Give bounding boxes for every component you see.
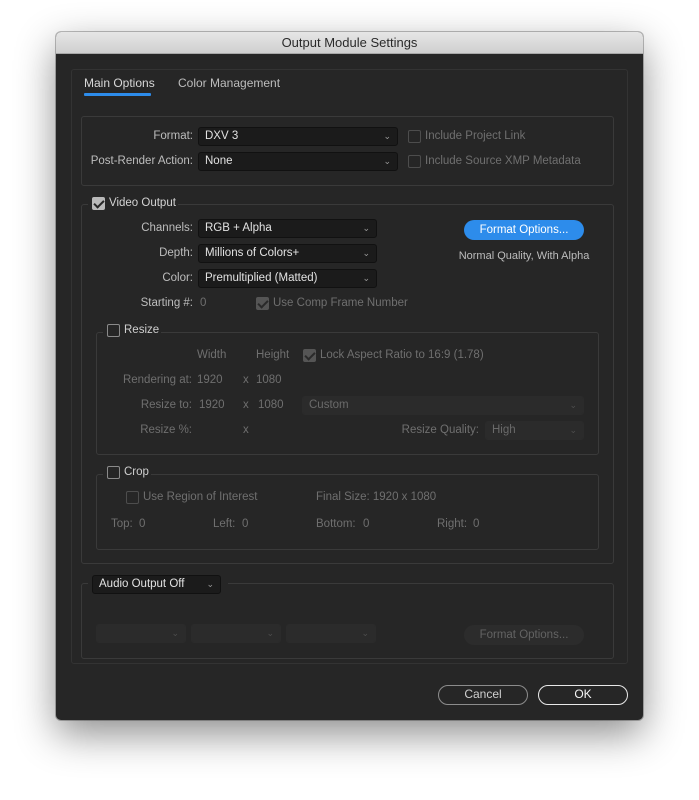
format-select[interactable]: DXV 3 ⌄ <box>198 127 398 146</box>
resize-checkbox[interactable] <box>107 324 120 337</box>
starting-frame-label: Starting #: <box>140 297 193 309</box>
final-size: Final Size: 1920 x 1080 <box>316 491 437 503</box>
depth-select[interactable]: Millions of Colors+ ⌄ <box>198 244 377 263</box>
include-project-link-checkbox[interactable] <box>408 130 421 143</box>
width-header: Width <box>197 349 227 361</box>
use-roi-label: Use Region of Interest <box>143 491 258 503</box>
crop-left-label: Left: <box>213 518 236 530</box>
resize-preset-select[interactable]: Custom ⌄ <box>302 396 584 415</box>
chevron-down-icon: ⌄ <box>361 628 369 638</box>
tab-main-options[interactable]: Main Options <box>84 76 155 90</box>
include-project-link-label: Include Project Link <box>425 130 526 142</box>
resize-pct-label: Resize %: <box>140 424 192 436</box>
include-xmp-checkbox[interactable] <box>408 155 421 168</box>
chevron-down-icon: ⌄ <box>362 248 370 258</box>
resize-width-input[interactable]: 1920 <box>199 399 225 411</box>
format-summary: Normal Quality, With Alpha <box>458 250 590 262</box>
chevron-down-icon: ⌄ <box>383 156 391 166</box>
crop-checkbox[interactable] <box>107 466 120 479</box>
window-title: Output Module Settings <box>56 32 643 54</box>
resize-preset-value: Custom <box>309 399 349 411</box>
channels-value: RGB + Alpha <box>205 222 272 234</box>
color-label: Color: <box>162 272 193 284</box>
crop-bottom-label: Bottom: <box>316 518 356 530</box>
audio-output-select[interactable]: Audio Output Off ⌄ <box>92 575 221 594</box>
crop-group <box>96 474 599 550</box>
audio-format-options-button[interactable]: Format Options... <box>464 625 584 645</box>
chevron-down-icon: ⌄ <box>206 579 214 589</box>
channels-label: Channels: <box>141 222 193 234</box>
resize-quality-label: Resize Quality: <box>401 424 479 436</box>
rendering-height: 1080 <box>256 374 282 386</box>
rendering-x: x <box>243 374 249 386</box>
crop-label: Crop <box>124 466 149 478</box>
active-tab-indicator <box>84 93 151 96</box>
resize-height-input[interactable]: 1080 <box>258 399 284 411</box>
audio-channels-select[interactable]: ⌄ <box>286 624 376 643</box>
chevron-down-icon: ⌄ <box>362 223 370 233</box>
resize-x: x <box>243 399 249 411</box>
depth-value: Millions of Colors+ <box>205 247 300 259</box>
tab-color-management[interactable]: Color Management <box>178 76 280 90</box>
crop-right-label: Right: <box>437 518 468 530</box>
output-module-dialog: Output Module Settings Main Options Colo… <box>56 32 643 720</box>
lock-aspect-label: Lock Aspect Ratio to 16:9 (1.78) <box>320 349 484 361</box>
ok-button[interactable]: OK <box>538 685 628 705</box>
chevron-down-icon: ⌄ <box>266 628 274 638</box>
crop-right-value[interactable]: 0 <box>473 518 479 530</box>
chevron-down-icon: ⌄ <box>362 273 370 283</box>
crop-left-value[interactable]: 0 <box>242 518 248 530</box>
cancel-button[interactable]: Cancel <box>438 685 528 705</box>
use-comp-frame-label: Use Comp Frame Number <box>273 297 408 309</box>
include-xmp-label: Include Source XMP Metadata <box>425 155 581 167</box>
depth-label: Depth: <box>159 247 193 259</box>
lock-aspect-checkbox[interactable] <box>303 349 316 362</box>
rendering-at-label: Rendering at: <box>122 374 192 386</box>
chevron-down-icon: ⌄ <box>569 425 577 435</box>
resize-quality-select[interactable]: High ⌄ <box>485 421 584 440</box>
post-render-label: Post-Render Action: <box>90 155 193 167</box>
resize-pct-x: x <box>243 424 249 436</box>
resize-to-label: Resize to: <box>140 399 192 411</box>
chevron-down-icon: ⌄ <box>569 400 577 410</box>
crop-top-value[interactable]: 0 <box>139 518 145 530</box>
crop-bottom-value[interactable]: 0 <box>363 518 369 530</box>
use-comp-frame-checkbox[interactable] <box>256 297 269 310</box>
resize-label: Resize <box>124 324 160 336</box>
color-select[interactable]: Premultiplied (Matted) ⌄ <box>198 269 377 288</box>
use-roi-checkbox[interactable] <box>126 491 139 504</box>
format-value: DXV 3 <box>205 130 239 142</box>
chevron-down-icon: ⌄ <box>383 131 391 141</box>
post-render-value: None <box>205 155 233 167</box>
post-render-select[interactable]: None ⌄ <box>198 152 398 171</box>
rendering-width: 1920 <box>197 374 223 386</box>
color-value: Premultiplied (Matted) <box>205 272 318 284</box>
audio-output-value: Audio Output Off <box>99 578 185 590</box>
crop-top-label: Top: <box>111 518 133 530</box>
channels-select[interactable]: RGB + Alpha ⌄ <box>198 219 377 238</box>
height-header: Height <box>256 349 290 361</box>
format-options-button[interactable]: Format Options... <box>464 220 584 240</box>
starting-frame-value[interactable]: 0 <box>200 297 206 309</box>
video-output-label: Video Output <box>109 197 176 209</box>
chevron-down-icon: ⌄ <box>171 628 179 638</box>
audio-bit-depth-select[interactable]: ⌄ <box>191 624 281 643</box>
format-label: Format: <box>153 130 193 142</box>
resize-quality-value: High <box>492 424 516 436</box>
audio-sample-rate-select[interactable]: ⌄ <box>96 624 186 643</box>
video-output-checkbox[interactable] <box>92 197 105 210</box>
